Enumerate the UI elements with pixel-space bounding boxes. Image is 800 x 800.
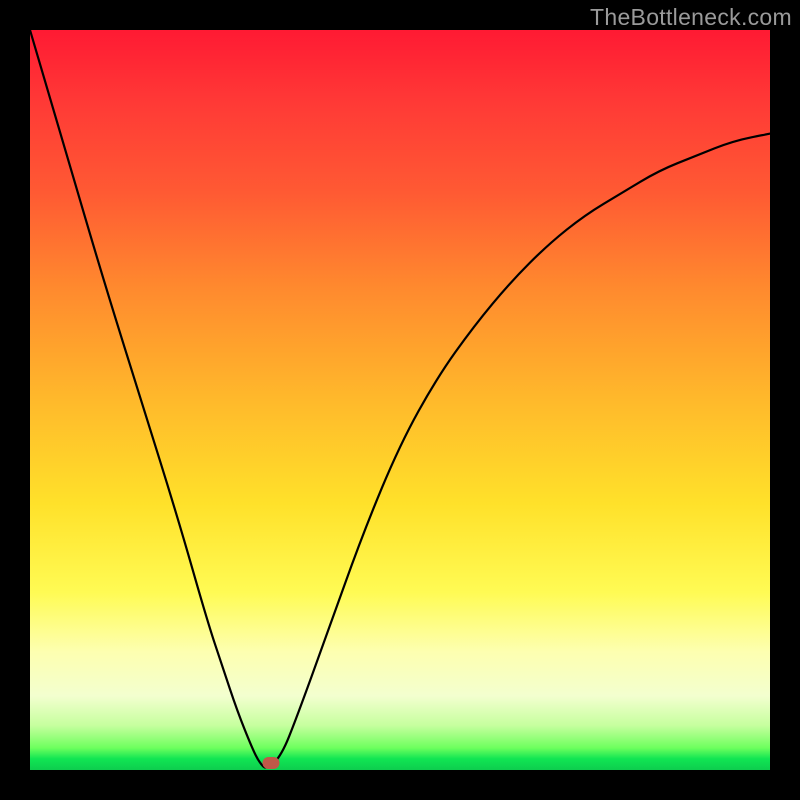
curve-layer <box>30 30 770 770</box>
chart-stage: TheBottleneck.com <box>0 0 800 800</box>
optimal-marker <box>262 757 279 769</box>
watermark-text: TheBottleneck.com <box>590 4 792 31</box>
plot-area <box>30 30 770 770</box>
bottleneck-curve <box>30 30 770 768</box>
